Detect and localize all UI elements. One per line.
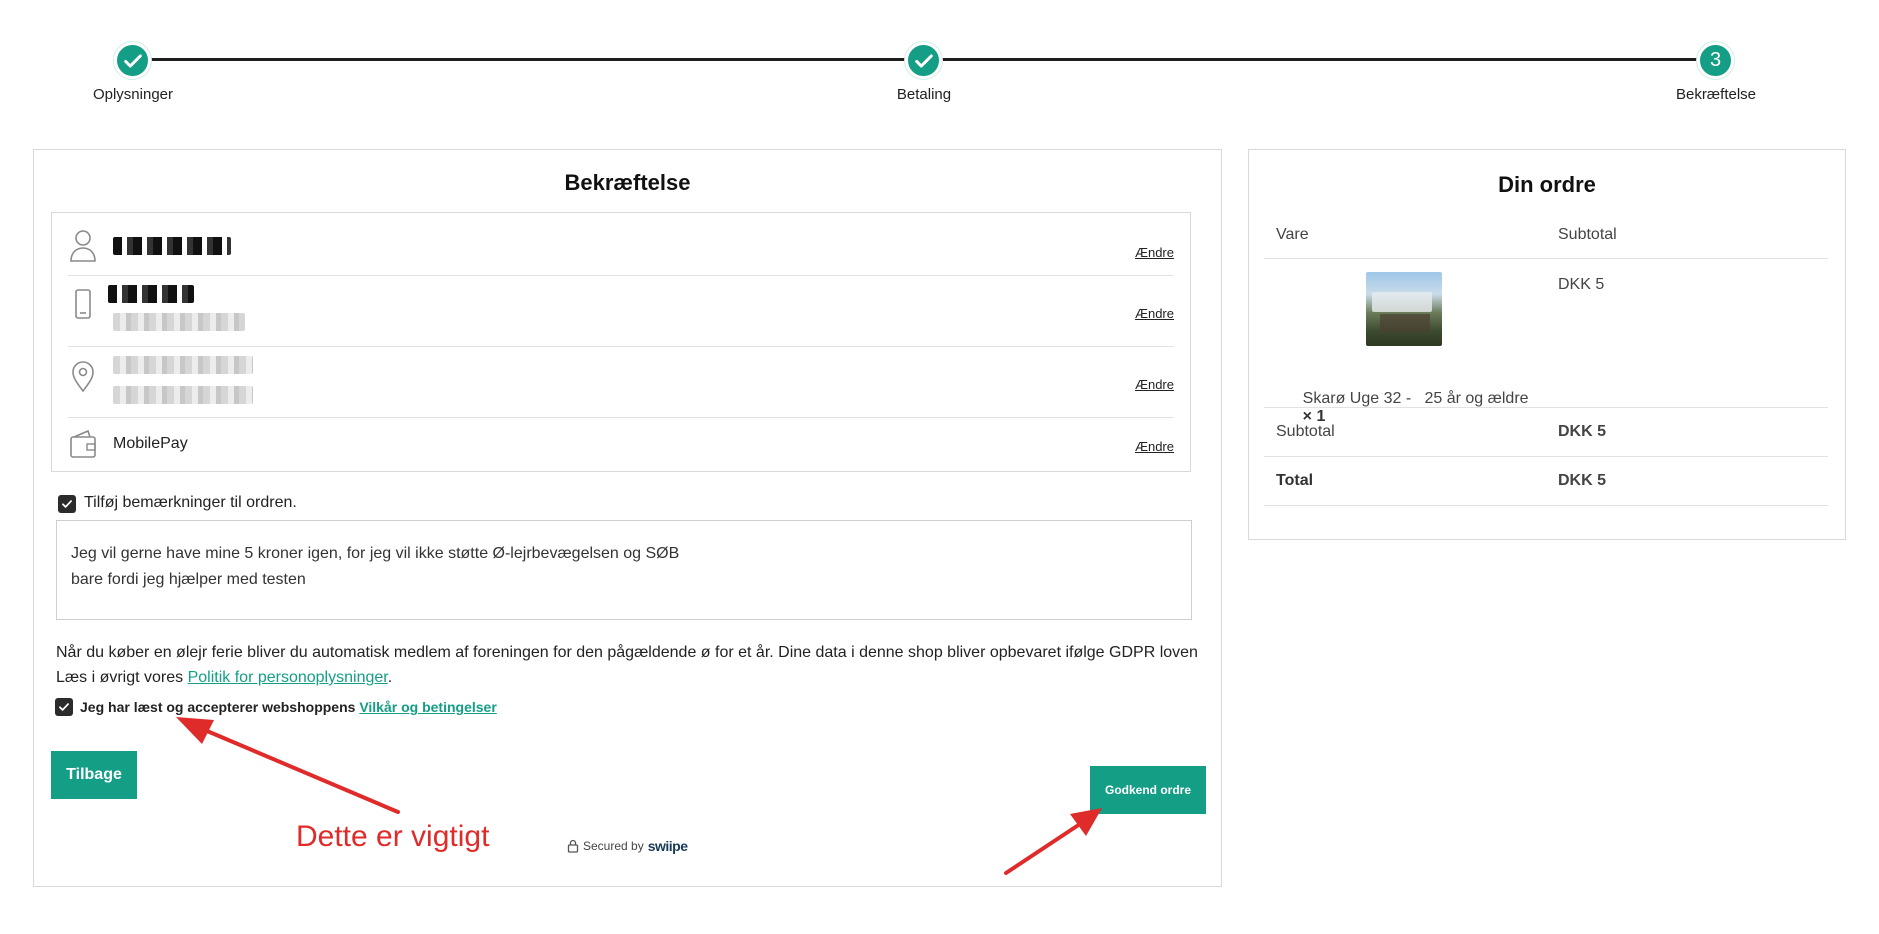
- info-row-address: Ændre: [68, 346, 1174, 418]
- checkout-stepper: Oplysninger Betaling 3 Bekræftelse: [0, 0, 1879, 110]
- customer-info-box: Ændre Ændre Ændre MobilePay Ændre: [51, 212, 1191, 472]
- info-row-payment: MobilePay Ændre: [68, 417, 1174, 471]
- checkmark-icon: [62, 500, 72, 508]
- gdpr-text: Når du køber en ølejr ferie bliver du au…: [56, 644, 1198, 661]
- order-header-row: Vare Subtotal: [1264, 210, 1828, 259]
- gdpr-policy-suffix: .: [387, 669, 393, 686]
- order-title: Din ordre: [1498, 172, 1596, 197]
- step-3-label: Bekræftelse: [1675, 86, 1757, 103]
- change-name-link[interactable]: Ændre: [1135, 245, 1174, 260]
- confirmation-title: Bekræftelse: [564, 170, 691, 195]
- approve-order-button[interactable]: Godkend ordre: [1090, 766, 1206, 814]
- gdpr-policy-line: Læs i øvrigt vores Politik for personopl…: [56, 665, 1198, 690]
- checkmark-icon: [59, 703, 69, 711]
- customer-name-redacted: [113, 237, 231, 255]
- gdpr-policy-prefix: Læs i øvrigt vores: [56, 669, 188, 686]
- subtotal-label: Subtotal: [1276, 423, 1335, 440]
- confirmation-panel: Bekræftelse Ændre Ændre Ændre MobilePay …: [33, 149, 1222, 887]
- step-1-label[interactable]: Oplysninger: [53, 86, 213, 103]
- wallet-icon: [68, 427, 98, 463]
- notes-checkbox-label[interactable]: Tilføj bemærkninger til ordren.: [84, 494, 297, 512]
- step-3-circle: 3: [1697, 42, 1734, 79]
- order-subtotal-row: Subtotal DKK 5: [1264, 407, 1828, 457]
- location-pin-icon: [68, 358, 98, 394]
- privacy-policy-link[interactable]: Politik for personoplysninger: [188, 669, 388, 686]
- customer-email-redacted: [113, 313, 245, 331]
- item-name-text: Skarø Uge 32 - 25 år og ældre: [1302, 390, 1529, 407]
- back-button[interactable]: Tilbage: [51, 751, 137, 799]
- secured-by-badge: Secured by swiipe: [567, 838, 688, 854]
- notes-checkbox[interactable]: [58, 495, 76, 513]
- order-total-row: Total DKK 5: [1264, 456, 1828, 506]
- step-2-label[interactable]: Betaling: [844, 86, 1004, 103]
- item-price: DKK 5: [1558, 276, 1605, 293]
- customer-street-redacted: [113, 356, 253, 374]
- product-thumbnail: [1366, 272, 1442, 346]
- change-contact-link[interactable]: Ændre: [1135, 306, 1174, 321]
- info-row-name: Ændre: [68, 213, 1174, 276]
- order-notes-textarea[interactable]: Jeg vil gerne have mine 5 kroner igen, f…: [56, 520, 1192, 620]
- payment-method: MobilePay: [113, 435, 188, 452]
- swiipe-logo: swiipe: [647, 838, 688, 854]
- step-2-circle[interactable]: [905, 42, 942, 79]
- terms-label[interactable]: Jeg har læst og accepterer webshoppens V…: [80, 699, 497, 715]
- col-item-header: Vare: [1276, 226, 1309, 243]
- stepper-line-1: [133, 58, 923, 61]
- change-payment-link[interactable]: Ændre: [1135, 439, 1174, 454]
- customer-phone-redacted: [108, 285, 194, 303]
- annotation-text: Dette er vigtigt: [296, 820, 490, 853]
- terms-label-text: Jeg har læst og accepterer webshoppens: [80, 699, 360, 715]
- order-summary-panel: Din ordre Vare Subtotal DKK 5 Skarø Uge …: [1248, 149, 1846, 540]
- customer-city-redacted: [113, 386, 253, 404]
- col-subtotal-header: Subtotal: [1558, 226, 1617, 243]
- total-label: Total: [1276, 472, 1314, 489]
- change-address-link[interactable]: Ændre: [1135, 377, 1174, 392]
- user-icon: [68, 227, 98, 263]
- secured-by-text: Secured by: [583, 839, 644, 853]
- step-1-circle[interactable]: [114, 42, 151, 79]
- info-row-contact: Ændre: [68, 275, 1174, 347]
- stepper-line-2: [924, 58, 1716, 61]
- phone-icon: [68, 287, 98, 323]
- gdpr-notice: Når du køber en ølejr ferie bliver du au…: [56, 640, 1198, 690]
- terms-link[interactable]: Vilkår og betingelser: [359, 699, 496, 715]
- terms-checkbox[interactable]: [55, 698, 73, 716]
- order-item-row: DKK 5 Skarø Uge 32 - 25 år og ældre × 1: [1264, 258, 1828, 425]
- lock-icon: [567, 839, 579, 853]
- subtotal-value: DKK 5: [1558, 423, 1607, 440]
- checkmark-icon: [123, 53, 142, 68]
- total-value: DKK 5: [1558, 472, 1607, 489]
- checkmark-icon: [914, 53, 933, 68]
